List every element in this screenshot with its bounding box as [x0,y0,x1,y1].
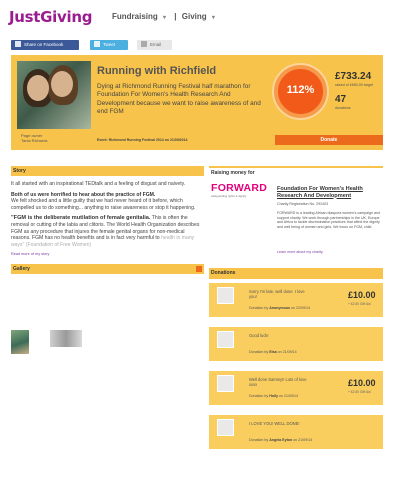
email-icon [141,41,147,47]
progress-percent: 112% [286,84,315,96]
donate-button[interactable]: Donate [275,135,383,145]
donation-date: on 21/09/14 [277,350,297,354]
email-label: Email [150,42,162,47]
story-paragraph: It all started with an inspirational TED… [11,181,186,187]
email-button[interactable]: Email [137,40,172,50]
tweet-button[interactable]: Tweet [90,40,128,50]
tweet-label: Tweet [103,42,116,47]
story-heading: Story [11,166,204,176]
share-facebook-button[interactable]: Share on Facebook [11,40,79,50]
charity-logo-text: FORWARD [211,182,268,194]
chevron-down-icon: ▾ [211,15,215,21]
donation-by-label: Donation by [249,394,269,398]
donation-message: Well done Sammy!! Lots of love xxxx [249,377,307,388]
nav-fundraising-label: Fundraising [112,12,158,21]
donation-message: I LOVE YOU! WELL DONE! [249,421,300,426]
donation-card: Good luck! Donation by Elsa on 21/09/14 [209,327,383,361]
gift-aid-amount: + £2.50 Gift Aid [348,390,371,394]
donation-message: Sorry I'm late, well done. I love you! [249,289,305,300]
donor-avatar [217,287,234,304]
donations-heading: Donations [209,268,383,279]
site-header: JustGiving Fundraising ▾ | Giving ▾ [0,0,393,34]
story-column: Story It all started with an inspiration… [11,166,204,354]
raised-amount: £733.24 [335,71,372,82]
story-quote: "FGM is the deliberate mutilation of fem… [11,215,151,222]
donor-avatar [217,419,234,436]
nav-giving-label: Giving [181,12,207,21]
charity-logo[interactable]: FORWARD safeguarding rights & dignity [211,182,269,198]
donation-by-label: Donation by [249,350,269,354]
donor-name: Anonymous [269,306,290,310]
nav-separator: | [174,12,177,21]
donation-message: Good luck! [249,333,269,338]
progress-circle: 112% [274,65,327,118]
donor-name: Angela Eyton [269,438,293,442]
donation-byline: Donation by Holly on 21/09/14 [249,394,298,398]
donor-avatar [217,331,234,348]
donor-avatar [217,375,234,392]
donation-card: Well done Sammy!! Lots of love xxxx Dona… [209,371,383,405]
story-emphasis: Both of us were horrified to hear about … [11,191,156,198]
donation-by-label: Donation by [249,438,269,442]
share-facebook-label: Share on Facebook [24,42,64,47]
donation-byline: Donation by Anonymous on 22/09/14 [249,306,310,310]
story-text: We felt shocked and a little guilty that… [11,198,196,211]
charity-registration: Charity Registration No. 292403 [277,202,329,206]
main-nav: Fundraising ▾ | Giving ▾ [112,12,221,21]
nav-fundraising[interactable]: Fundraising ▾ [112,12,169,21]
story-heading-label: Story [13,168,26,174]
donor-name: Holly [269,394,278,398]
page-owner: Page owner Tania Richards [21,133,47,143]
fundraising-hero: Page owner Tania Richards Running with R… [11,55,383,150]
charity-name-link[interactable]: Foundation For Women's Health Research A… [277,186,383,199]
page-owner-name[interactable]: Tania Richards [21,138,47,143]
page-summary: Dying at Richmond Running Festival half … [97,83,261,116]
gallery-thumbnail[interactable] [11,330,29,354]
gallery-heading: Gallery [11,264,204,275]
charity-column: Raising money for FORWARD safeguarding r… [209,166,383,449]
chevron-down-icon: ▾ [163,15,167,21]
read-more-link[interactable]: Read more of my story [11,252,204,256]
donation-byline: Donation by Angela Eyton on 21/09/14 [249,438,312,442]
page-title: Running with Richfield [97,65,217,77]
donations-count: 47 [335,94,347,105]
raising-money-heading: Raising money for [209,166,383,176]
event-info: Event: Richmond Running Festival 2014 on… [97,138,187,142]
donations-count-label: donations [335,106,351,110]
donation-card: Sorry I'm late, well done. I love you! D… [209,283,383,317]
story-paragraph: "FGM is the deliberate mutilation of fem… [11,215,204,248]
donation-byline: Donation by Elsa on 21/09/14 [249,350,297,354]
donations-section: Donations Sorry I'm late, well done. I l… [209,268,383,449]
event-value: Richmond Running Festival 2014 on 21/09/… [108,138,188,142]
donation-date: on 22/09/14 [290,306,310,310]
story-paragraph: Both of us were horrified to hear about … [11,192,204,212]
story-body: It all started with an inspirational TED… [11,176,204,248]
donation-date: on 21/09/14 [278,394,298,398]
charity-logo-tagline: safeguarding rights & dignity [211,194,247,198]
raised-target: raised of £650.00 target [335,83,373,87]
justgiving-logo[interactable]: JustGiving [9,8,92,26]
nav-giving[interactable]: Giving ▾ [182,12,218,21]
gallery-heading-label: Gallery [13,266,30,273]
photo-face [51,71,73,97]
charity-description: FORWARD is a leading African diaspora wo… [277,211,380,230]
donation-amount: £10.00 [348,290,376,300]
donation-card: I LOVE YOU! WELL DONE! Donation by Angel… [209,415,383,449]
event-label: Event: [97,138,108,142]
donation-date: on 21/09/14 [293,438,313,442]
gallery-thumbnail[interactable] [50,330,82,347]
donor-name: Elsa [269,350,277,354]
photo-face [27,75,49,101]
gallery-add-icon[interactable] [196,266,202,273]
learn-more-charity-link[interactable]: Learn more about my charity [277,250,323,254]
facebook-icon [15,41,21,47]
donation-by-label: Donation by [249,306,269,310]
donation-amount: £10.00 [348,378,376,388]
page-owner-photo [17,61,91,129]
gift-aid-amount: + £2.50 Gift Aid [348,302,371,306]
twitter-icon [94,41,100,47]
